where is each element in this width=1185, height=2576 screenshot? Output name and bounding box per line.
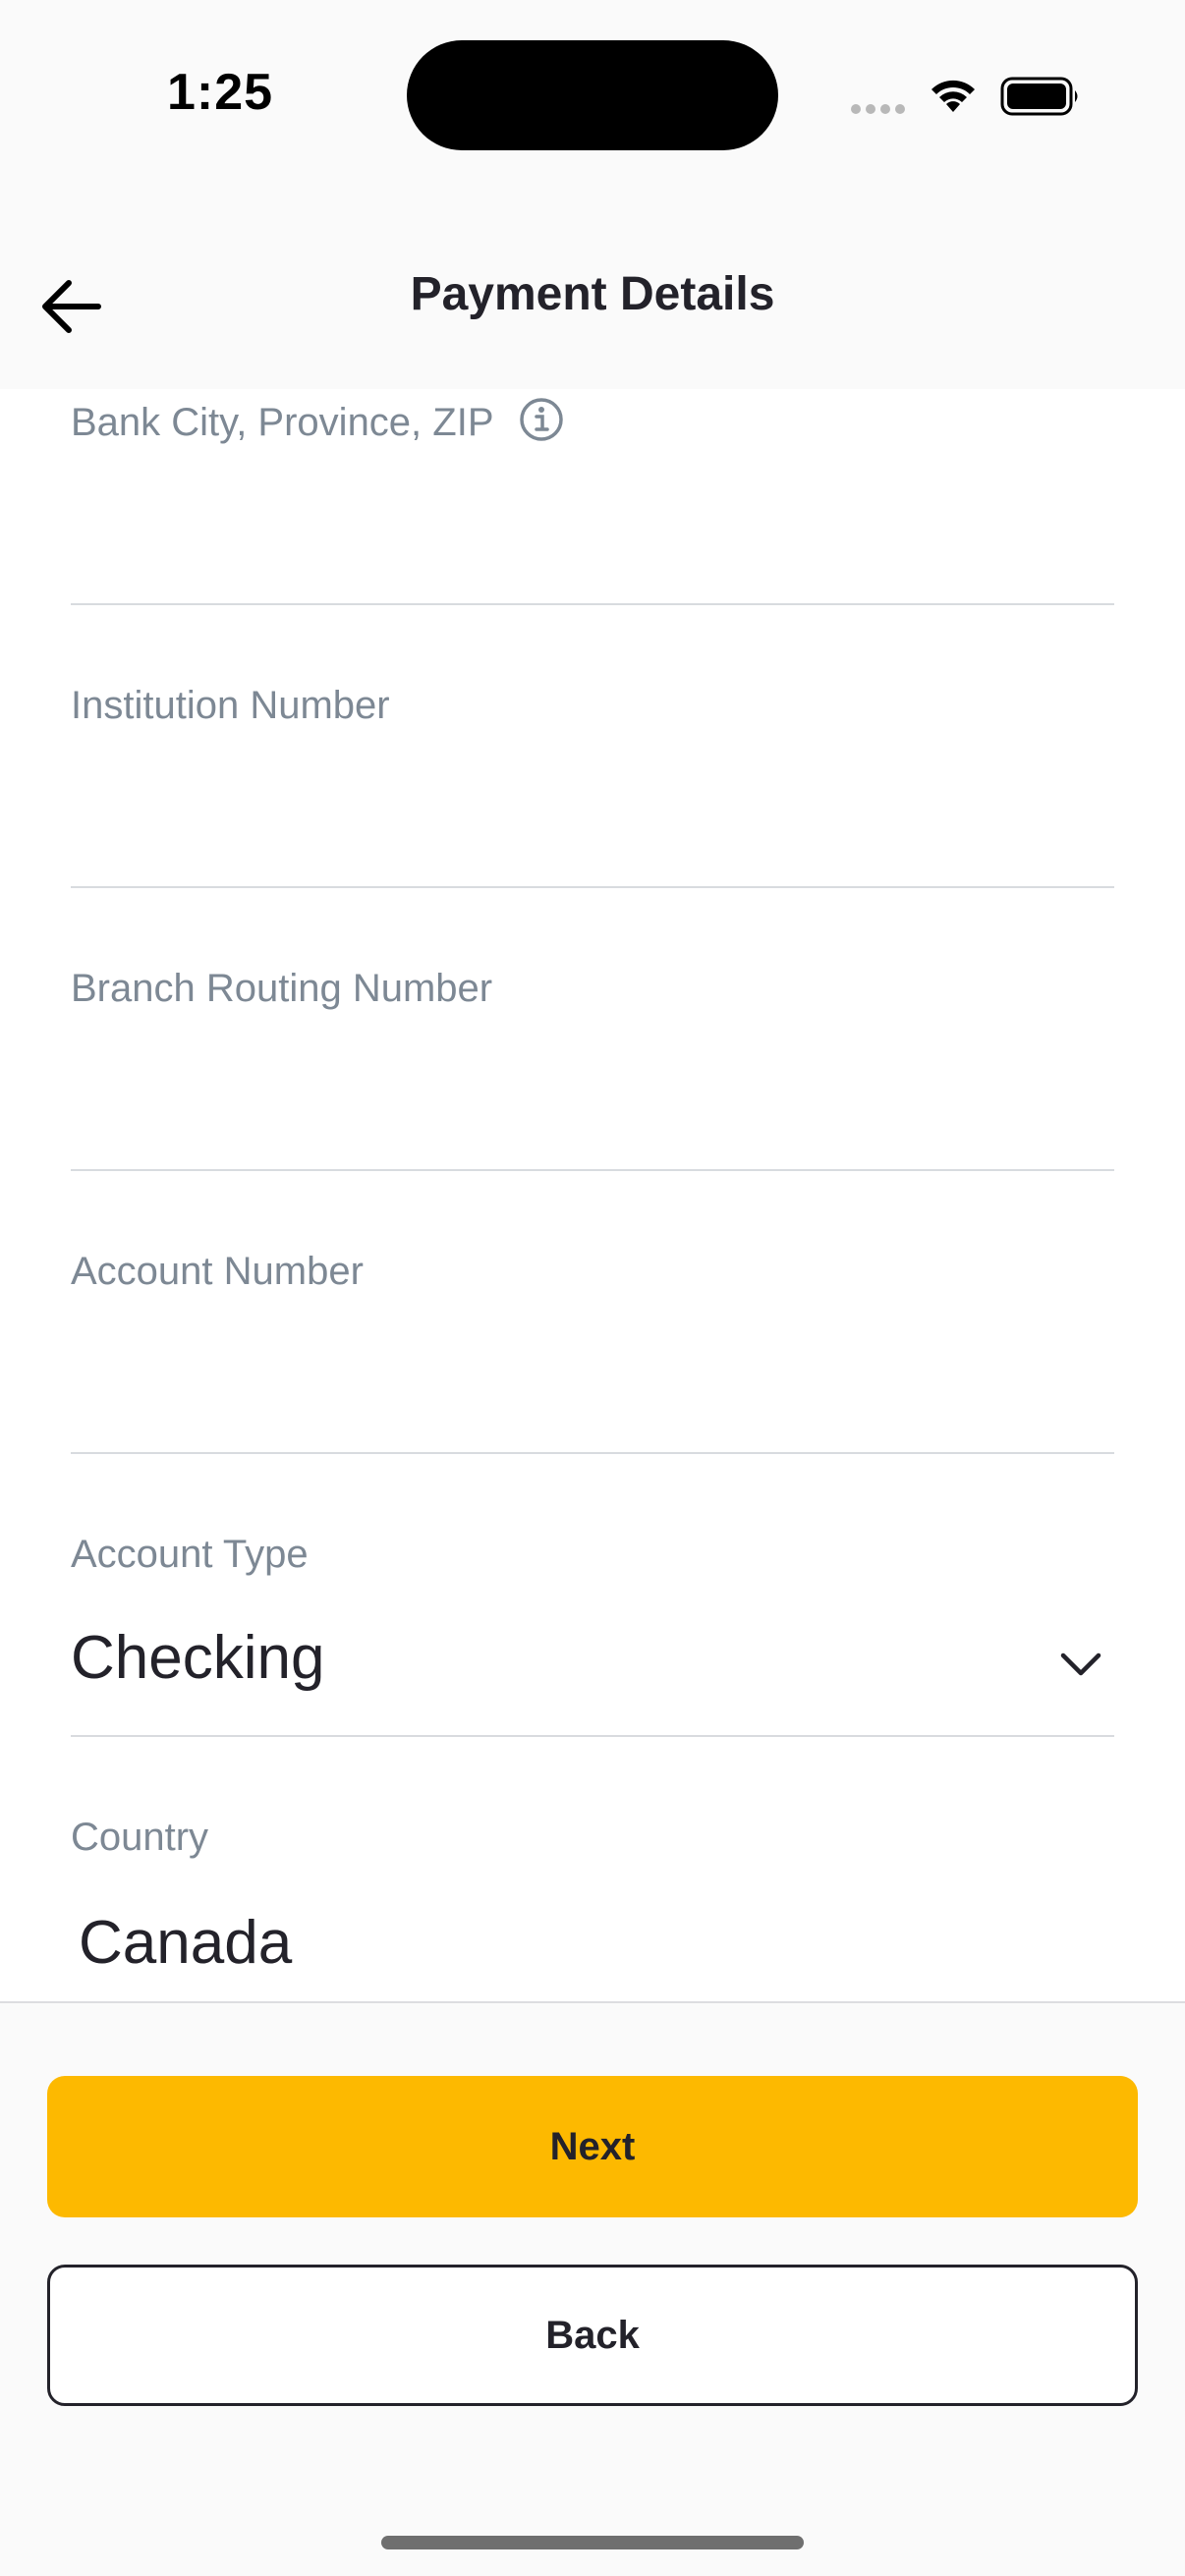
bank-city-input[interactable] <box>71 474 1114 582</box>
account-number-underline <box>71 1452 1114 1454</box>
next-button[interactable]: Next <box>47 2076 1138 2217</box>
payment-details-screen: 1:25 Payment Details Bank City, Province… <box>0 0 1185 2576</box>
country-field: Country Canada <box>71 1816 1114 2004</box>
account-number-input[interactable] <box>71 1322 1114 1430</box>
account-type-label: Account Type <box>71 1533 309 1576</box>
bank-city-label-row: Bank City, Province, ZIP <box>71 397 565 445</box>
branch-routing-number-label: Branch Routing Number <box>71 967 493 1010</box>
home-indicator[interactable] <box>381 2536 804 2549</box>
branch-routing-number-underline <box>71 1169 1114 1171</box>
institution-number-field: Institution Number <box>71 684 1114 967</box>
account-number-field: Account Number <box>71 1250 1114 1533</box>
battery-icon <box>1000 77 1078 116</box>
status-bar: 1:25 <box>0 0 1185 196</box>
back-button[interactable]: Back <box>47 2265 1138 2406</box>
bottom-action-bar: Next Back <box>0 2003 1185 2576</box>
account-type-field[interactable]: Account Type Checking <box>71 1533 1114 1816</box>
institution-number-underline <box>71 886 1114 888</box>
branch-routing-number-field: Branch Routing Number <box>71 967 1114 1250</box>
branch-routing-number-input[interactable] <box>71 1039 1114 1148</box>
country-label: Country <box>71 1816 209 1859</box>
nav-header: Payment Details <box>0 196 1185 389</box>
account-number-label: Account Number <box>71 1250 364 1293</box>
institution-number-input[interactable] <box>71 756 1114 865</box>
info-icon[interactable] <box>518 396 565 443</box>
wifi-icon <box>931 80 975 112</box>
bank-city-underline <box>71 603 1114 605</box>
institution-number-label: Institution Number <box>71 684 390 727</box>
account-type-underline <box>71 1735 1114 1737</box>
page-title: Payment Details <box>410 268 775 320</box>
country-value[interactable]: Canada <box>79 1908 292 1978</box>
account-type-select[interactable]: Checking <box>71 1623 324 1693</box>
cellular-signal-icon <box>851 104 905 114</box>
bank-city-field: Bank City, Province, ZIP <box>71 397 1114 684</box>
status-time: 1:25 <box>167 64 274 121</box>
payment-form: Bank City, Province, ZIP Institution Num… <box>0 389 1185 2004</box>
bank-city-label: Bank City, Province, ZIP <box>71 401 494 444</box>
dynamic-island <box>407 40 778 150</box>
chevron-down-icon[interactable] <box>1059 1651 1102 1678</box>
